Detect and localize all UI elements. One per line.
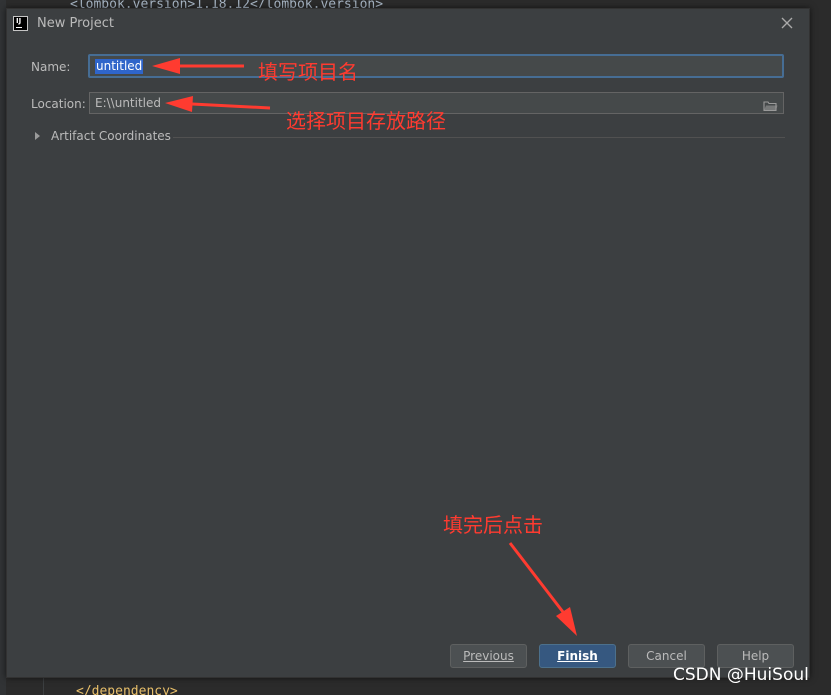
section-divider bbox=[173, 137, 785, 138]
finish-button[interactable]: Finish bbox=[539, 644, 616, 668]
annotation-finish-note: 填完后点击 bbox=[443, 513, 543, 537]
cancel-button-label: Cancel bbox=[646, 649, 687, 663]
editor-code-line-bottom: </dependency> bbox=[76, 684, 178, 695]
name-input-value: untitled bbox=[95, 59, 144, 74]
annotation-name-note: 填写项目名 bbox=[258, 60, 358, 84]
name-input[interactable]: untitled bbox=[88, 54, 784, 78]
editor-indent-guide bbox=[43, 676, 44, 695]
chevron-right-icon bbox=[35, 132, 40, 140]
editor-right-strip bbox=[810, 0, 831, 695]
folder-icon[interactable] bbox=[763, 97, 778, 112]
screen: <lombok.version>1.18.12</lombok.version>… bbox=[0, 0, 831, 695]
finish-button-label: Finish bbox=[557, 649, 598, 663]
annotation-location-note: 选择项目存放路径 bbox=[286, 109, 446, 133]
dialog-titlebar[interactable]: IJ New Project bbox=[7, 9, 809, 39]
location-input-value: E:\\untitled bbox=[95, 96, 161, 110]
location-label: Location: bbox=[31, 97, 86, 111]
name-label: Name: bbox=[31, 60, 71, 74]
previous-button[interactable]: Previous bbox=[450, 644, 527, 668]
intellij-idea-icon: IJ bbox=[13, 16, 28, 31]
previous-button-label: Previous bbox=[463, 649, 514, 663]
help-button-label: Help bbox=[741, 649, 770, 663]
csdn-watermark: CSDN @HuiSoul bbox=[673, 665, 809, 685]
dialog-title: New Project bbox=[37, 16, 114, 31]
artifact-coordinates-label: Artifact Coordinates bbox=[51, 129, 171, 143]
close-icon[interactable] bbox=[779, 15, 795, 31]
